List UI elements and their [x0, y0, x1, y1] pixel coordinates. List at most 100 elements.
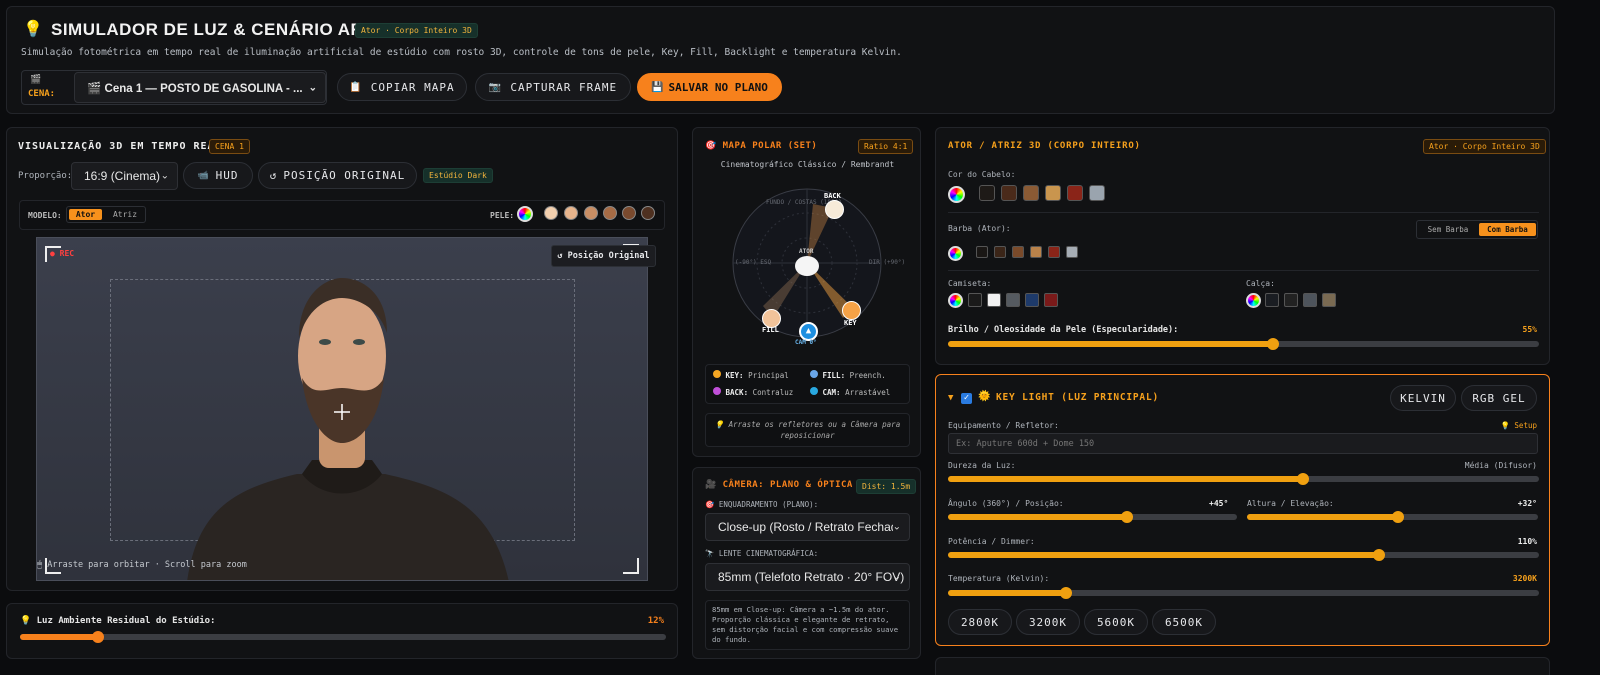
key-enable-checkbox[interactable]: ✓: [961, 393, 972, 404]
actor-title: ATOR / ATRIZ 3D (CORPO INTEIRO): [948, 141, 1141, 151]
viewport-canvas[interactable]: ● REC 🖱 Arraste para orbitar · Scroll pa…: [36, 237, 648, 581]
skin-tone-swatch[interactable]: [544, 206, 558, 220]
angle-slider[interactable]: [948, 511, 1237, 523]
shirt-color-swatch[interactable]: [1044, 293, 1058, 307]
pants-color-swatch[interactable]: [1322, 293, 1336, 307]
pants-color-swatch[interactable]: [1284, 293, 1298, 307]
lightbulb-icon: 💡: [23, 19, 43, 38]
capture-frame-button[interactable]: 📷 CAPTURAR FRAME: [475, 73, 631, 101]
header-badge: Ator · Corpo Inteiro 3D: [355, 23, 478, 38]
framing-select[interactable]: Close-up (Rosto / Retrato Fechado) ⌄: [705, 513, 910, 541]
legend-item-key: KEY: Principal: [713, 370, 789, 380]
orbit-hint: 🖱 Arraste para orbitar · Scroll para zoo…: [37, 560, 247, 570]
preset-3200k-button[interactable]: 3200K: [1016, 609, 1080, 635]
slider-thumb[interactable]: [1296, 473, 1309, 485]
cam-label: CAM 0°: [795, 339, 817, 346]
reset-position-button[interactable]: ↺ POSIÇÃO ORIGINAL: [258, 162, 417, 189]
ambient-slider[interactable]: [20, 631, 666, 643]
actor-panel: ATOR / ATRIZ 3D (CORPO INTEIRO) Ator · C…: [935, 127, 1550, 365]
polar-title: 🎯 MAPA POLAR (SET): [705, 141, 818, 151]
skin-tone-swatch[interactable]: [603, 206, 617, 220]
pants-color-picker-icon[interactable]: [1246, 293, 1261, 308]
beard-color-swatch[interactable]: [1066, 246, 1078, 258]
pants-color-swatch[interactable]: [1265, 293, 1279, 307]
temperature-slider[interactable]: [948, 587, 1539, 599]
hair-color-swatch[interactable]: [1045, 185, 1061, 201]
skin-tone-swatch[interactable]: [584, 206, 598, 220]
slider-fill: [948, 341, 1274, 347]
hair-color-swatch[interactable]: [1023, 185, 1039, 201]
beard-color-swatch[interactable]: [994, 246, 1006, 258]
scene-selector-box: 🎬 CENA: 🎬 Cena 1 — POSTO DE GASOLINA - .…: [21, 70, 327, 105]
frame-icon: 🎯: [705, 500, 715, 509]
slider-thumb[interactable]: [91, 631, 104, 643]
distance-badge: Dist: 1.5m: [856, 479, 917, 494]
hair-color-swatch[interactable]: [1001, 185, 1017, 201]
back-light-handle[interactable]: [825, 200, 844, 219]
beard-color-swatch[interactable]: [1012, 246, 1024, 258]
model-actor-option[interactable]: Ator: [69, 209, 102, 220]
cam-dot-icon: [810, 387, 818, 395]
beard-color-swatch[interactable]: [1030, 246, 1042, 258]
lightbulb-icon: 💡: [714, 420, 725, 429]
video-icon: 📹: [197, 170, 210, 181]
skin-tone-swatch[interactable]: [641, 206, 655, 220]
hardness-slider[interactable]: [948, 473, 1539, 485]
camera-panel: 🎥 CÂMERA: PLANO & ÓPTICA Dist: 1.5m 🎯 EN…: [692, 467, 921, 659]
rgb-gel-mode-button[interactable]: RGB GEL: [1461, 385, 1537, 411]
hair-color-swatch[interactable]: [1089, 185, 1105, 201]
ratio-badge: Ratio 4:1: [858, 139, 914, 154]
key-light-handle[interactable]: [842, 301, 861, 320]
kelvin-mode-button[interactable]: KELVIN: [1390, 385, 1456, 411]
sun-icon: 🌞: [978, 391, 991, 402]
save-plan-button[interactable]: 💾 SALVAR NO PLANO: [637, 73, 782, 101]
height-slider[interactable]: [1247, 511, 1538, 523]
pants-color-swatch[interactable]: [1303, 293, 1317, 307]
model-actress-option[interactable]: Atriz: [107, 209, 143, 220]
hair-color-picker-icon[interactable]: [948, 186, 965, 203]
equipment-input[interactable]: [948, 433, 1538, 454]
shirt-color-swatch[interactable]: [968, 293, 982, 307]
shine-label: Brilho / Oleosidade da Pele (Especularid…: [948, 325, 1179, 335]
with-beard-option[interactable]: Com Barba: [1479, 223, 1536, 236]
reset-position-overlay-button[interactable]: ↺ Posição Original: [551, 245, 656, 267]
skin-tone-swatch[interactable]: [564, 206, 578, 220]
lens-select[interactable]: 85mm (Telefoto Retrato · 20° FOV) ⌄: [705, 563, 910, 591]
beard-color-picker-icon[interactable]: [948, 246, 963, 261]
beard-color-swatch[interactable]: [976, 246, 988, 258]
next-panel-edge: [935, 657, 1550, 675]
copy-map-button[interactable]: 📋 COPIAR MAPA: [337, 73, 467, 101]
divider: [948, 212, 1539, 213]
shirt-color-swatch[interactable]: [1006, 293, 1020, 307]
hud-button[interactable]: 📹 HUD: [183, 162, 253, 189]
ratio-select[interactable]: 16:9 (Cinema) ⌄: [71, 162, 178, 190]
slider-thumb[interactable]: [1392, 511, 1405, 523]
hardness-value: Média (Difusor): [1464, 461, 1537, 470]
preset-2800k-button[interactable]: 2800K: [948, 609, 1012, 635]
scene-select[interactable]: 🎬 Cena 1 — POSTO DE GASOLINA - ... ⌄: [74, 72, 326, 103]
slider-thumb[interactable]: [1267, 338, 1280, 350]
ambient-value: 12%: [647, 616, 664, 626]
skin-color-picker-icon[interactable]: [517, 206, 533, 222]
shirt-color-swatch[interactable]: [987, 293, 1001, 307]
hair-color-swatch[interactable]: [979, 185, 995, 201]
slider-fill: [20, 634, 98, 640]
shirt-color-swatch[interactable]: [1025, 293, 1039, 307]
shirt-color-picker-icon[interactable]: [948, 293, 963, 308]
beard-color-swatch[interactable]: [1048, 246, 1060, 258]
slider-thumb[interactable]: [1373, 549, 1386, 561]
shine-slider[interactable]: [948, 338, 1539, 350]
no-beard-option[interactable]: Sem Barba: [1419, 223, 1477, 236]
slider-thumb[interactable]: [1121, 511, 1134, 523]
skin-tone-swatch[interactable]: [622, 206, 636, 220]
power-label: Potência / Dimmer:: [948, 537, 1035, 546]
ratio-label: Proporção:: [18, 171, 73, 181]
clipboard-icon: 📋: [349, 81, 363, 93]
preset-5600k-button[interactable]: 5600K: [1084, 609, 1148, 635]
preset-6500k-button[interactable]: 6500K: [1152, 609, 1216, 635]
reset-icon: ↺: [269, 169, 278, 182]
slider-thumb[interactable]: [1060, 587, 1073, 599]
hair-color-swatch[interactable]: [1067, 185, 1083, 201]
collapse-toggle-icon[interactable]: ▼: [948, 393, 953, 403]
power-slider[interactable]: [948, 549, 1539, 561]
